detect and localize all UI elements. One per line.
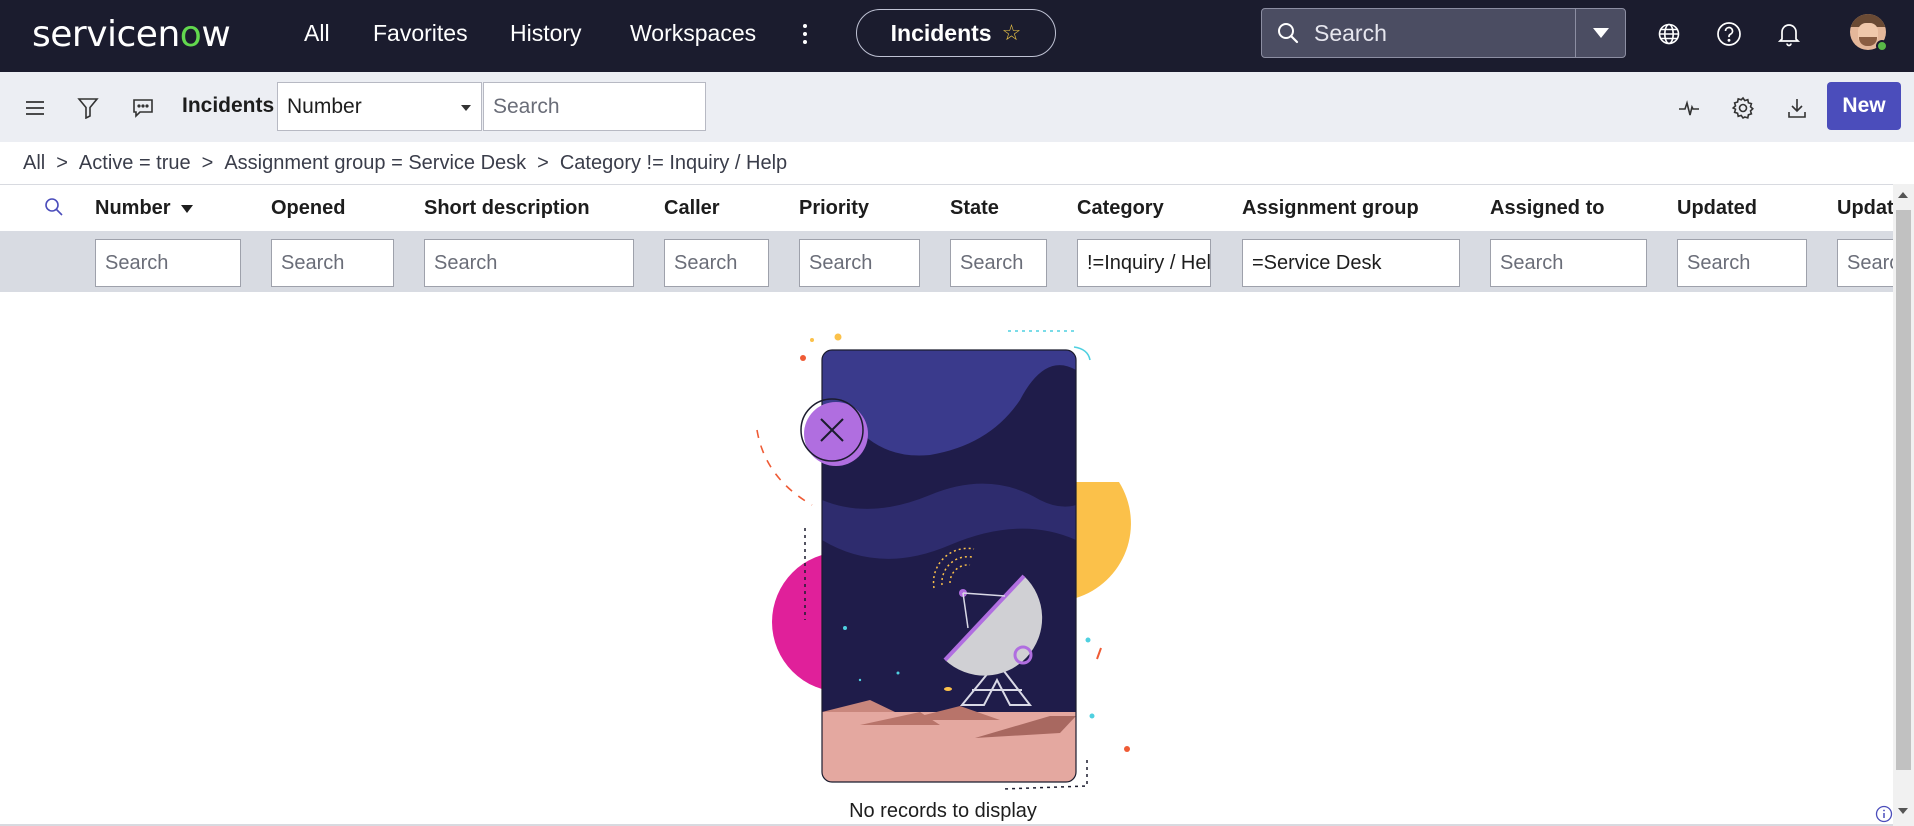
filter-caller[interactable]: Search bbox=[664, 239, 769, 287]
activity-icon[interactable] bbox=[1673, 92, 1705, 124]
context-title-pill[interactable]: Incidents ☆ bbox=[856, 9, 1056, 57]
filter-priority[interactable]: Search bbox=[799, 239, 920, 287]
column-filter-row: Search Search Search Search Search Searc… bbox=[0, 231, 1893, 292]
column-caller[interactable]: Caller bbox=[664, 197, 720, 220]
breadcrumb-category[interactable]: Category != Inquiry / Help bbox=[560, 152, 787, 175]
presence-indicator bbox=[1876, 40, 1888, 52]
hamburger-icon[interactable] bbox=[19, 92, 51, 124]
column-priority[interactable]: Priority bbox=[799, 197, 869, 220]
scroll-up-icon[interactable] bbox=[1898, 192, 1908, 198]
scroll-down-icon[interactable] bbox=[1898, 808, 1908, 814]
globe-icon[interactable] bbox=[1654, 19, 1684, 49]
column-number[interactable]: Number bbox=[95, 197, 193, 220]
search-field-select[interactable]: Number bbox=[277, 82, 482, 131]
nav-workspaces[interactable]: Workspaces bbox=[630, 20, 756, 47]
new-button[interactable]: New bbox=[1827, 82, 1901, 130]
nav-all[interactable]: All bbox=[304, 20, 330, 47]
gear-icon[interactable] bbox=[1727, 92, 1759, 124]
search-dropdown-icon[interactable] bbox=[1575, 9, 1625, 57]
more-menu-icon[interactable] bbox=[798, 20, 812, 48]
bell-icon[interactable] bbox=[1774, 19, 1804, 49]
global-search[interactable]: Search bbox=[1261, 8, 1626, 58]
nav-history[interactable]: History bbox=[510, 20, 582, 47]
filter-icon[interactable] bbox=[72, 92, 104, 124]
context-title: Incidents bbox=[890, 19, 992, 46]
sort-desc-icon bbox=[180, 204, 193, 213]
column-assignment-group[interactable]: Assignment group bbox=[1242, 197, 1419, 220]
breadcrumb-separator: > bbox=[537, 151, 549, 174]
comments-icon[interactable] bbox=[127, 92, 159, 124]
chevron-down-icon bbox=[461, 105, 471, 111]
list-toolbar: Incidents Number Search New bbox=[0, 72, 1914, 142]
top-banner: servicenow All Favorites History Workspa… bbox=[0, 0, 1914, 72]
list-title: Incidents bbox=[182, 94, 275, 117]
filter-number[interactable]: Search bbox=[95, 239, 241, 287]
list-search-input[interactable]: Search bbox=[483, 82, 706, 131]
breadcrumb-separator: > bbox=[56, 151, 68, 174]
search-columns-icon[interactable] bbox=[38, 191, 70, 223]
nav-favorites[interactable]: Favorites bbox=[373, 20, 468, 47]
star-icon[interactable]: ☆ bbox=[1002, 20, 1022, 46]
filter-assigned-to[interactable]: Search bbox=[1490, 239, 1647, 287]
filter-category[interactable]: !=Inquiry / Help bbox=[1077, 239, 1211, 287]
empty-state-message: No records to display bbox=[849, 800, 1037, 822]
column-updated-by[interactable]: Updated by bbox=[1837, 197, 1893, 220]
column-category[interactable]: Category bbox=[1077, 197, 1164, 220]
scrollbar-thumb[interactable] bbox=[1896, 210, 1911, 770]
column-updated[interactable]: Updated bbox=[1677, 197, 1757, 220]
servicenow-logo[interactable]: servicenow bbox=[32, 14, 231, 55]
breadcrumb-assignment-group[interactable]: Assignment group = Service Desk bbox=[224, 152, 526, 175]
column-short-description[interactable]: Short description bbox=[424, 197, 590, 220]
breadcrumb-active[interactable]: Active = true bbox=[79, 152, 191, 175]
breadcrumb: All > Active = true > Assignment group =… bbox=[23, 150, 787, 176]
filter-short-description[interactable]: Search bbox=[424, 239, 634, 287]
filter-assignment-group[interactable]: =Service Desk bbox=[1242, 239, 1460, 287]
column-assigned-to[interactable]: Assigned to bbox=[1490, 197, 1604, 220]
filter-updated[interactable]: Search bbox=[1677, 239, 1807, 287]
table-header: Number Opened Short description Caller P… bbox=[0, 184, 1893, 231]
search-icon bbox=[1262, 9, 1314, 57]
breadcrumb-separator: > bbox=[201, 151, 214, 174]
global-search-input[interactable]: Search bbox=[1314, 20, 1575, 47]
breadcrumb-all[interactable]: All bbox=[23, 152, 45, 175]
vertical-scrollbar[interactable] bbox=[1893, 184, 1914, 826]
column-state[interactable]: State bbox=[950, 197, 999, 220]
info-icon[interactable] bbox=[1875, 805, 1893, 823]
column-opened[interactable]: Opened bbox=[271, 197, 345, 220]
filter-opened[interactable]: Search bbox=[271, 239, 394, 287]
download-icon[interactable] bbox=[1781, 92, 1813, 124]
help-icon[interactable] bbox=[1714, 19, 1744, 49]
filter-updated-by[interactable]: Search bbox=[1837, 239, 1893, 287]
empty-state-illustration bbox=[756, 330, 1131, 790]
filter-state[interactable]: Search bbox=[950, 239, 1047, 287]
